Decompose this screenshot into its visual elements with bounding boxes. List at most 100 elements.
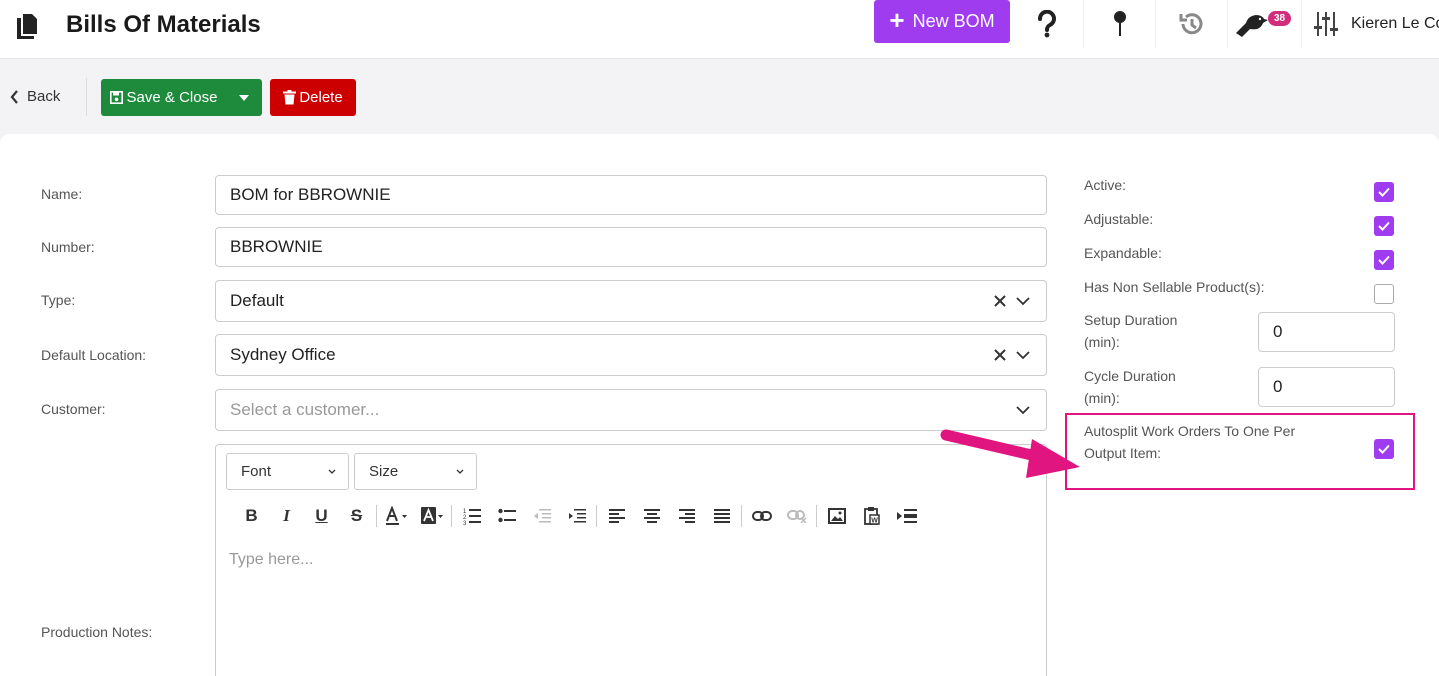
save-close-main[interactable]: Save & Close xyxy=(101,89,226,106)
setup-duration-label-line2: (min): xyxy=(1084,334,1120,350)
chevron-down-icon xyxy=(456,469,464,474)
toolbar-separator xyxy=(451,505,452,527)
setup-duration-input[interactable]: 0 xyxy=(1258,312,1395,352)
adjustable-label: Adjustable: xyxy=(1084,211,1154,227)
save-close-label: Save & Close xyxy=(126,89,218,106)
expandable-label: Expandable: xyxy=(1084,245,1162,261)
default-location-label: Default Location: xyxy=(41,347,147,363)
checkmark-icon xyxy=(1378,221,1390,231)
size-dropdown-label: Size xyxy=(369,463,399,480)
underline-icon[interactable]: U xyxy=(304,503,339,529)
back-label: Back xyxy=(27,88,61,105)
chevron-down-icon[interactable] xyxy=(1016,405,1030,415)
checkmark-icon xyxy=(1378,187,1390,197)
bold-icon[interactable]: B xyxy=(234,503,269,529)
default-location-select[interactable]: Sydney Office xyxy=(215,334,1047,376)
notification-badge: 38 xyxy=(1268,11,1292,26)
chevron-down-icon xyxy=(328,469,336,474)
highlight-box xyxy=(1065,413,1415,490)
strikethrough-icon[interactable]: S xyxy=(339,503,374,529)
delete-button[interactable]: Delete xyxy=(270,79,356,116)
location-value: Sydney Office xyxy=(230,345,336,364)
setup-duration-label: Setup Duration (min): xyxy=(1084,309,1177,353)
adjustable-checkbox[interactable] xyxy=(1374,216,1394,236)
active-checkbox[interactable] xyxy=(1374,182,1394,202)
help-button[interactable] xyxy=(1012,0,1082,48)
user-name[interactable]: Kieren Le Co xyxy=(1351,15,1439,33)
indent-icon[interactable] xyxy=(559,503,594,529)
type-label: Type: xyxy=(41,292,76,308)
paste-word-icon[interactable]: W xyxy=(854,503,889,529)
italic-icon[interactable]: I xyxy=(269,503,304,529)
editor-toolbar: B I U S 123 W xyxy=(234,503,924,529)
font-dropdown[interactable]: Font xyxy=(226,453,349,490)
production-notes-label: Production Notes: xyxy=(41,624,153,640)
align-left-icon[interactable] xyxy=(599,503,634,529)
outdent-icon[interactable] xyxy=(524,503,559,529)
type-value: Default xyxy=(230,291,284,310)
chevron-down-icon[interactable] xyxy=(1016,296,1030,306)
plus-icon: + xyxy=(889,5,905,35)
notifications-button[interactable] xyxy=(1227,0,1301,48)
name-label: Name: xyxy=(41,186,83,202)
trash-icon xyxy=(283,90,297,105)
insert-block-icon[interactable] xyxy=(889,503,924,529)
customer-select[interactable]: Select a customer... xyxy=(215,389,1047,431)
question-icon xyxy=(1038,10,1056,38)
ordered-list-icon[interactable]: 123 xyxy=(454,503,489,529)
documents-icon xyxy=(14,12,40,40)
page-title: Bills Of Materials xyxy=(66,11,261,38)
production-notes-editor[interactable]: Font Size B I U S 123 W Type here... xyxy=(215,444,1047,676)
image-icon[interactable] xyxy=(819,503,854,529)
svg-text:W: W xyxy=(871,518,878,525)
unordered-list-icon[interactable] xyxy=(489,503,524,529)
toolbar-divider xyxy=(86,78,87,116)
font-dropdown-label: Font xyxy=(241,463,272,480)
pin-icon xyxy=(1113,11,1126,36)
top-bar: Bills Of Materials + New BOM 38 Kieren L… xyxy=(0,0,1439,59)
pin-button[interactable] xyxy=(1083,0,1155,48)
name-value: BOM for BBROWNIE xyxy=(230,185,391,204)
setup-duration-label-line1: Setup Duration xyxy=(1084,312,1178,328)
cycle-duration-value: 0 xyxy=(1273,377,1283,396)
floppy-disk-icon xyxy=(109,91,123,104)
save-close-button[interactable]: Save & Close xyxy=(101,79,262,116)
cycle-duration-label: Cycle Duration (min): xyxy=(1084,365,1176,409)
chevron-down-icon[interactable] xyxy=(1016,350,1030,360)
caret-down-icon xyxy=(239,94,249,101)
background-color-icon[interactable] xyxy=(414,503,449,529)
clear-icon[interactable] xyxy=(994,295,1006,307)
unlink-icon[interactable] xyxy=(779,503,814,529)
cycle-duration-input[interactable]: 0 xyxy=(1258,367,1395,407)
cycle-duration-label-line1: Cycle Duration xyxy=(1084,368,1176,384)
back-button[interactable]: Back xyxy=(10,88,60,105)
non-sellable-checkbox[interactable] xyxy=(1374,284,1394,304)
cycle-duration-label-line2: (min): xyxy=(1084,390,1120,406)
link-icon[interactable] xyxy=(744,503,779,529)
text-color-icon[interactable] xyxy=(379,503,414,529)
number-input[interactable]: BBROWNIE xyxy=(215,227,1047,267)
align-right-icon[interactable] xyxy=(669,503,704,529)
size-dropdown[interactable]: Size xyxy=(354,453,477,490)
type-select[interactable]: Default xyxy=(215,280,1047,322)
align-center-icon[interactable] xyxy=(634,503,669,529)
settings-button[interactable] xyxy=(1301,0,1349,48)
history-icon xyxy=(1179,13,1202,35)
setup-duration-value: 0 xyxy=(1273,322,1283,341)
name-input[interactable]: BOM for BBROWNIE xyxy=(215,175,1047,215)
customer-label: Customer: xyxy=(41,401,106,417)
toolbar-separator xyxy=(741,505,742,527)
number-value: BBROWNIE xyxy=(230,237,323,256)
new-bom-button[interactable]: + New BOM xyxy=(874,0,1010,43)
svg-text:3: 3 xyxy=(463,521,467,525)
new-bom-label: New BOM xyxy=(912,11,995,31)
clear-icon[interactable] xyxy=(994,349,1006,361)
active-label: Active: xyxy=(1084,177,1127,193)
customer-placeholder: Select a customer... xyxy=(230,400,380,419)
annotation-arrow-icon xyxy=(940,429,1080,478)
editor-placeholder: Type here... xyxy=(229,551,314,568)
align-justify-icon[interactable] xyxy=(704,503,739,529)
expandable-checkbox[interactable] xyxy=(1374,250,1394,270)
save-options-dropdown[interactable] xyxy=(226,79,262,116)
history-button[interactable] xyxy=(1155,0,1227,48)
